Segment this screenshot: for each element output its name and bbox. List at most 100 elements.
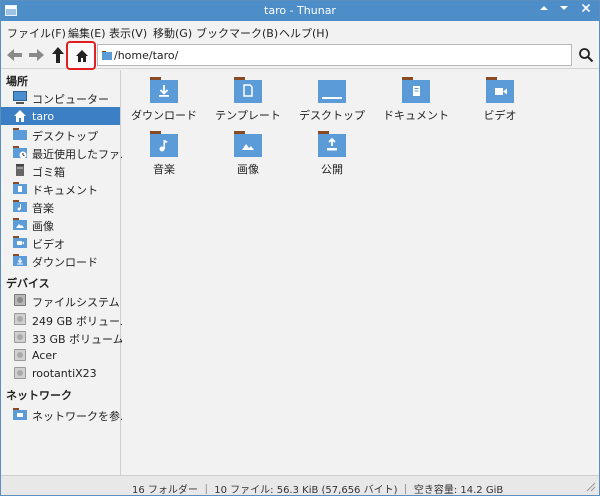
folder-videos[interactable]: ビデオ (458, 72, 542, 122)
home-folder-icon (102, 51, 112, 60)
sidebar-item-label: コンピューター (32, 93, 109, 106)
location-path: /home/taro/ (114, 49, 179, 62)
folder-pictures[interactable]: 画像 (206, 126, 290, 176)
sidebar-item-downloads[interactable]: ダウンロード (1, 251, 120, 269)
sidebar-item-label: 最近使用したファ... (32, 148, 131, 161)
drive-icon (14, 331, 26, 343)
close-button[interactable] (578, 3, 594, 19)
videos-folder-icon (13, 236, 27, 248)
public-folder-icon (318, 131, 346, 157)
sidebar-item-label: ドキュメント (32, 184, 98, 197)
menu-bookmarks[interactable]: ブックマーク(B) (196, 25, 278, 41)
caret-down-icon (560, 6, 568, 10)
resize-grip-icon[interactable] (586, 482, 596, 492)
pictures-folder-icon (234, 131, 262, 157)
title-bar[interactable]: taro - Thunar (1, 1, 599, 21)
documents-folder-icon (402, 77, 430, 103)
thunar-window: taro - Thunar ファイル(F) 編集(E) 表示(V) 移動(G) … (0, 0, 600, 496)
folder-desktop[interactable]: デスクトップ (290, 72, 374, 122)
videos-folder-icon (486, 77, 514, 103)
sidebar-item-browse-network[interactable]: ネットワークを参... (1, 405, 131, 423)
menu-bar: ファイル(F) 編集(E) 表示(V) 移動(G) ブックマーク(B) ヘルプ(… (1, 21, 599, 41)
menu-edit[interactable]: 編集(E) (68, 25, 106, 41)
sidebar-item-label: ゴミ箱 (32, 166, 65, 179)
sidebar-item-label: ネットワークを参... (32, 410, 131, 423)
home-icon (76, 50, 88, 62)
sidebar-item-label: デスクトップ (32, 130, 98, 143)
folder-downloads[interactable]: ダウンロード (122, 72, 206, 122)
status-bar: 16 フォルダー ｜ 10 ファイル: 56.3 KiB (57,656 バイト… (1, 475, 599, 496)
sidebar-item-music[interactable]: 音楽 (1, 197, 120, 215)
pictures-folder-icon (13, 218, 27, 230)
location-bar[interactable]: /home/taro/ (97, 44, 572, 66)
menu-go[interactable]: 移動(G) (153, 25, 192, 41)
sidebar-item-label: taro (32, 110, 55, 123)
music-folder-icon (13, 200, 27, 212)
restore-button[interactable] (556, 3, 572, 19)
sidebar-item-filesystem[interactable]: ファイルシステム (1, 291, 120, 309)
downloads-folder-icon (13, 254, 27, 266)
music-folder-icon (150, 131, 178, 157)
toolbar: /home/taro/ (1, 41, 599, 70)
back-button[interactable] (4, 44, 26, 66)
close-icon (581, 3, 591, 13)
sidebar-item-desktop[interactable]: デスクトップ (1, 125, 120, 143)
desktop-folder-icon (318, 80, 346, 103)
home-button[interactable] (66, 41, 96, 70)
arrow-left-icon (7, 49, 22, 61)
sidebar-item-label: 画像 (32, 220, 54, 233)
trash-icon (16, 164, 24, 176)
file-label: 画像 (237, 163, 259, 176)
folder-documents[interactable]: ドキュメント (374, 72, 458, 122)
sidebar-item-acer[interactable]: Acer (1, 346, 120, 364)
sidebar-item-documents[interactable]: ドキュメント (1, 179, 120, 197)
sidebar-item-volume-249gb[interactable]: 249 GB ボリューム (1, 310, 131, 328)
sidebar-item-computer[interactable]: コンピューター (1, 88, 120, 106)
sidebar-item-label: 33 GB ボリューム (32, 333, 124, 346)
network-header: ネットワーク (6, 389, 72, 402)
sidebar-item-recent[interactable]: 最近使用したファ... (1, 143, 131, 161)
forward-button[interactable] (25, 44, 47, 66)
window-title: taro - Thunar (264, 4, 336, 17)
sidebar-item-rootantix23[interactable]: rootantiX23 (1, 364, 120, 382)
drive-icon (14, 313, 26, 325)
menu-view[interactable]: 表示(V) (109, 25, 147, 41)
sidebar-item-pictures[interactable]: 画像 (1, 215, 120, 233)
folder-templates[interactable]: テンプレート (206, 72, 290, 122)
sidebar-item-videos[interactable]: ビデオ (1, 233, 120, 251)
templates-folder-icon (234, 77, 262, 103)
menu-help[interactable]: ヘルプ(H) (279, 25, 329, 41)
home-icon (14, 110, 26, 122)
drive-icon (14, 367, 26, 379)
menu-file[interactable]: ファイル(F) (7, 25, 66, 41)
network-folder-icon (13, 408, 27, 420)
file-view[interactable]: ダウンロード テンプレート デスクトップ ドキュメント ビデオ 音楽 画像 公開 (122, 70, 599, 475)
folder-music[interactable]: 音楽 (122, 126, 206, 176)
sidebar-item-label: 音楽 (32, 202, 54, 215)
desktop-folder-icon (13, 128, 27, 140)
file-label: ドキュメント (383, 109, 449, 122)
caret-up-icon (540, 6, 548, 10)
sidebar-item-volume-33gb[interactable]: 33 GB ボリューム (1, 328, 124, 346)
arrow-right-icon (29, 49, 44, 61)
sidebar-item-label: ビデオ (32, 238, 65, 251)
places-header: 場所 (6, 75, 28, 88)
sidebar: 場所 コンピューター taro デスクトップ 最近使用したファ... ゴミ箱 ド… (1, 70, 131, 475)
search-button[interactable] (578, 47, 594, 66)
sidebar-item-label: 249 GB ボリューム (32, 315, 131, 328)
file-label: ビデオ (483, 109, 517, 122)
drive-icon (14, 349, 26, 361)
status-text: 16 フォルダー ｜ 10 ファイル: 56.3 KiB (57,656 バイト… (132, 485, 504, 496)
sidebar-item-label: ダウンロード (32, 256, 98, 269)
folder-public[interactable]: 公開 (290, 126, 374, 176)
file-label: デスクトップ (299, 109, 365, 122)
drive-icon (14, 294, 26, 306)
file-label: ダウンロード (131, 109, 197, 122)
recent-folder-icon (13, 146, 27, 159)
devices-header: デバイス (6, 277, 50, 290)
search-icon (579, 48, 594, 63)
sidebar-item-trash[interactable]: ゴミ箱 (1, 161, 120, 179)
sidebar-item-taro[interactable]: taro (1, 107, 120, 125)
maximize-button[interactable] (536, 3, 552, 19)
sidebar-item-label: rootantiX23 (32, 367, 97, 380)
